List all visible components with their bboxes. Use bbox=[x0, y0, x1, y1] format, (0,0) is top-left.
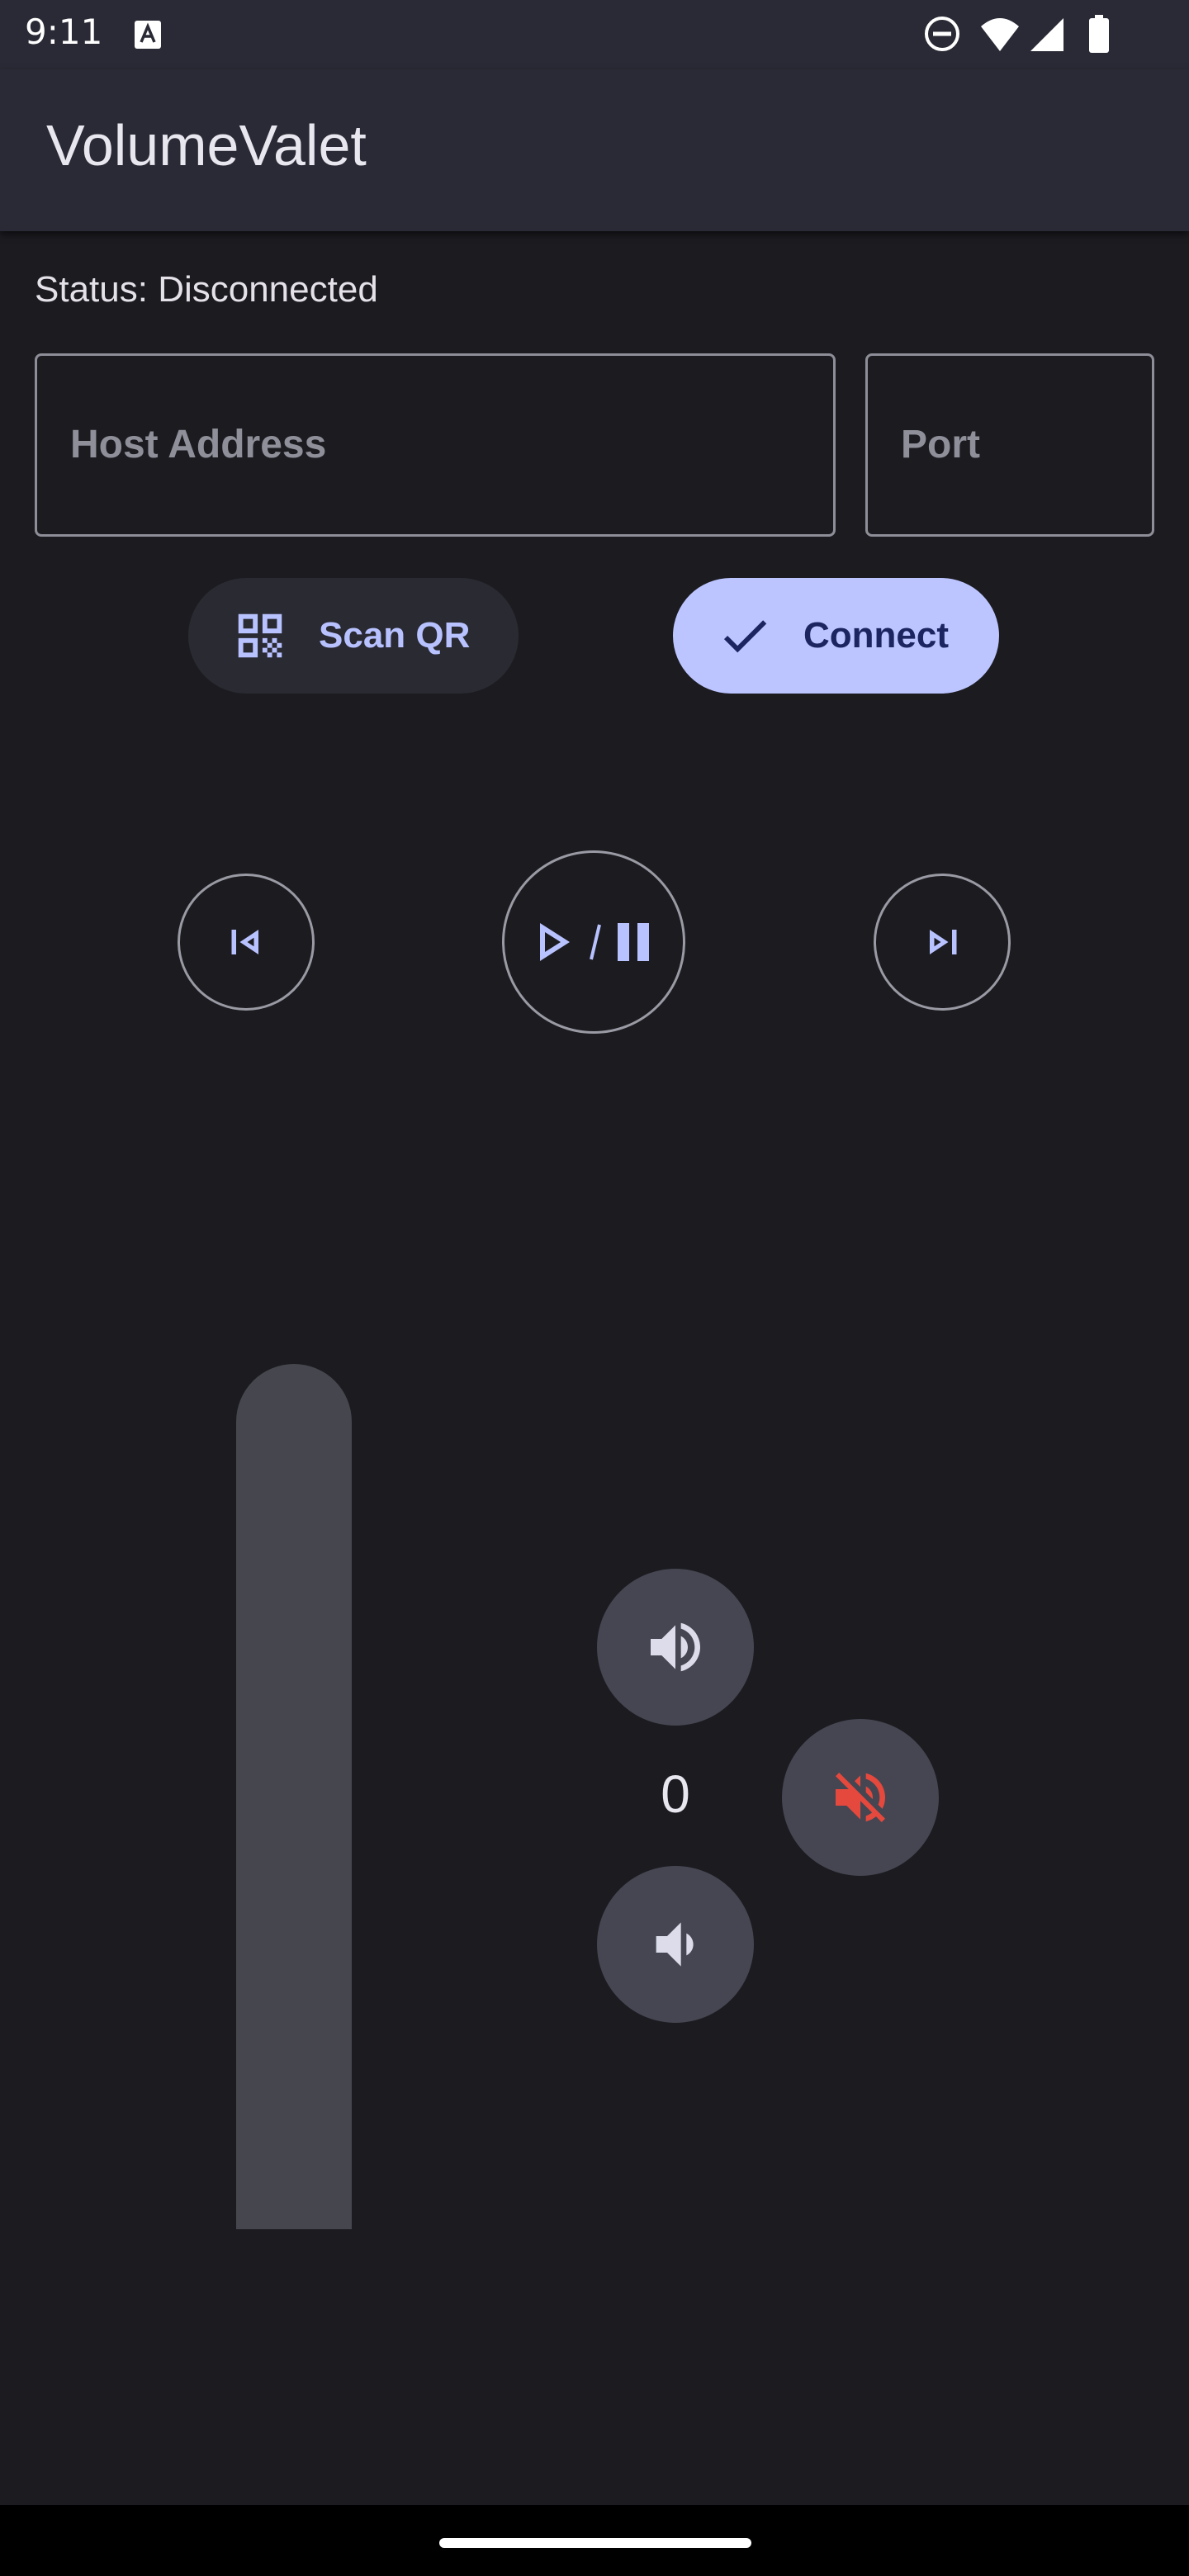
mute-button[interactable] bbox=[782, 1719, 939, 1876]
volume-value: 0 bbox=[661, 1764, 690, 1824]
scan-qr-label: Scan QR bbox=[319, 615, 471, 656]
volume-down-icon bbox=[656, 1922, 694, 1967]
play-pause-icon bbox=[540, 923, 649, 961]
next-track-button[interactable] bbox=[874, 874, 1011, 1011]
host-address-field[interactable]: Host Address bbox=[35, 353, 836, 537]
host-address-placeholder: Host Address bbox=[70, 423, 327, 466]
app-title: VolumeValet bbox=[46, 113, 367, 178]
do-not-disturb-icon bbox=[925, 17, 959, 51]
wifi-icon bbox=[981, 18, 1019, 51]
connect-label: Connect bbox=[803, 615, 949, 656]
volume-down-button[interactable] bbox=[597, 1866, 754, 2023]
port-field[interactable]: Port bbox=[865, 353, 1154, 537]
previous-track-button[interactable] bbox=[178, 874, 315, 1011]
volume-slider[interactable] bbox=[236, 1364, 352, 2229]
navigation-bar bbox=[0, 2505, 1189, 2576]
check-icon bbox=[723, 620, 767, 653]
app-bar: VolumeValet bbox=[0, 69, 1189, 231]
qr-code-icon bbox=[238, 613, 282, 658]
port-placeholder: Port bbox=[901, 423, 980, 466]
volume-off-icon bbox=[836, 1773, 885, 1822]
scan-qr-button[interactable]: Scan QR bbox=[188, 578, 519, 694]
connect-button[interactable]: Connect bbox=[673, 578, 999, 694]
battery-icon bbox=[1089, 15, 1109, 53]
volume-up-icon bbox=[651, 1622, 700, 1672]
connection-status: Status: Disconnected bbox=[35, 269, 378, 310]
play-pause-button[interactable] bbox=[502, 850, 685, 1034]
notification-a-icon bbox=[135, 21, 161, 49]
volume-up-button[interactable] bbox=[597, 1569, 754, 1726]
home-gesture-handle[interactable] bbox=[439, 2538, 751, 2548]
skip-previous-icon bbox=[231, 930, 258, 954]
cell-signal-icon bbox=[1030, 18, 1063, 51]
status-time: 9:11 bbox=[25, 12, 103, 52]
status-bar: 9:11 bbox=[0, 0, 1189, 69]
skip-next-icon bbox=[930, 930, 957, 954]
